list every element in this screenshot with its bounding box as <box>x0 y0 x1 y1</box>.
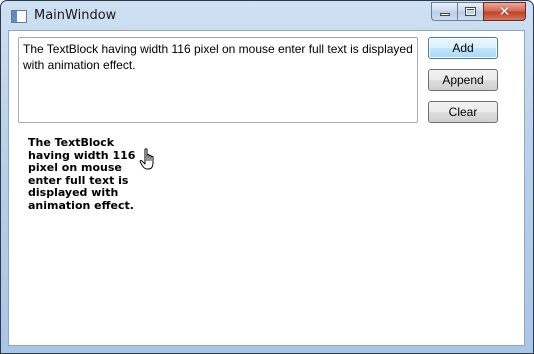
add-button[interactable]: Add <box>428 37 498 59</box>
append-button[interactable]: Append <box>428 69 498 91</box>
main-window: MainWindow ✕ The TextBlock having width … <box>0 0 534 354</box>
maximize-icon <box>465 7 476 16</box>
close-icon: ✕ <box>498 3 511 20</box>
close-button[interactable]: ✕ <box>483 2 526 21</box>
hover-text-block[interactable]: The TextBlock having width 116 pixel on … <box>28 136 144 212</box>
title-bar[interactable]: MainWindow ✕ <box>1 1 533 31</box>
caption-buttons: ✕ <box>431 2 526 21</box>
minimize-button[interactable] <box>431 2 457 21</box>
text-input-box[interactable]: The TextBlock having width 116 pixel on … <box>18 37 418 123</box>
clear-button[interactable]: Clear <box>428 101 498 123</box>
window-app-icon[interactable] <box>11 10 27 23</box>
client-area: The TextBlock having width 116 pixel on … <box>8 30 525 346</box>
maximize-button[interactable] <box>457 2 483 21</box>
hand-pointer-icon <box>139 148 154 170</box>
window-title: MainWindow <box>34 8 117 23</box>
minimize-icon <box>439 13 450 16</box>
